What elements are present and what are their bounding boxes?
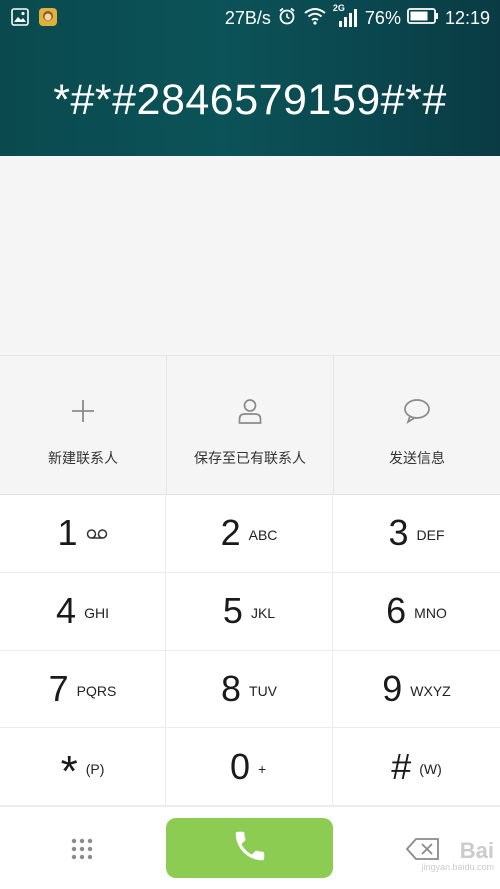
key-digit: 4 xyxy=(56,590,77,632)
key-digit: 7 xyxy=(48,667,69,709)
key-8[interactable]: 8 TUV xyxy=(166,650,333,729)
send-message-button[interactable]: 发送信息 xyxy=(334,356,500,494)
key-letters: (P) xyxy=(85,760,105,777)
quick-actions: 新建联系人 保存至已有联系人 发送信息 xyxy=(0,355,500,495)
key-digit: * xyxy=(60,746,78,796)
key-letters: GHI xyxy=(84,605,109,622)
key-digit: 8 xyxy=(220,667,242,709)
search-results-area xyxy=(0,156,500,355)
voicemail-icon xyxy=(86,527,108,543)
call-button[interactable] xyxy=(166,818,333,878)
battery-level: 76% xyxy=(364,8,401,28)
key-3[interactable]: 3 DEF xyxy=(333,495,500,573)
dialpad-menu-icon xyxy=(70,837,94,865)
clock: 12:19 xyxy=(444,8,490,28)
key-digit: 5 xyxy=(222,590,243,632)
gallery-icon xyxy=(10,7,30,32)
key-0[interactable]: 0 + xyxy=(166,728,333,806)
save-to-existing-contact-button[interactable]: 保存至已有联系人 xyxy=(167,356,334,494)
key-letters: PQRS xyxy=(76,682,117,699)
key-digit: 1 xyxy=(57,512,78,554)
key-digit: 6 xyxy=(386,590,407,632)
watermark: Bai jingyan.baidu.com xyxy=(421,838,494,872)
signal-icon: 2G xyxy=(333,3,359,29)
key-1[interactable]: 1 xyxy=(0,495,166,573)
key-letters: JKL xyxy=(250,605,276,622)
key-letters: MNO xyxy=(414,605,447,622)
key-letters: ABC xyxy=(248,527,278,544)
watermark-sub: jingyan.baidu.com xyxy=(421,862,494,872)
person-icon xyxy=(237,396,263,426)
key-letters: (W) xyxy=(419,760,442,777)
key-star[interactable]: * (P) xyxy=(0,728,166,806)
key-letters: DEF xyxy=(416,527,445,544)
key-letters: WXYZ xyxy=(410,682,451,699)
key-digit: 9 xyxy=(382,667,403,709)
key-letters: + xyxy=(258,760,267,777)
plus-icon xyxy=(69,396,97,426)
keypad: 1 2 ABC 3 DEF 4 GHI 5 JKL 6 MNO 7 PQRS 8… xyxy=(0,495,500,806)
battery-icon xyxy=(407,7,439,30)
dialpad-menu-button[interactable] xyxy=(62,831,102,871)
key-2[interactable]: 2 ABC xyxy=(166,495,333,573)
dialed-number: *#*#2846579159#*# xyxy=(53,76,447,124)
app-avatar-icon xyxy=(38,7,58,32)
key-letters: TUV xyxy=(249,682,278,699)
message-icon xyxy=(402,396,432,426)
key-digit: 0 xyxy=(229,745,251,787)
alarm-icon xyxy=(277,6,297,31)
send-message-label: 发送信息 xyxy=(389,451,445,467)
new-contact-label: 新建联系人 xyxy=(48,451,118,467)
key-4[interactable]: 4 GHI xyxy=(0,572,166,651)
new-contact-button[interactable]: 新建联系人 xyxy=(0,356,167,494)
key-6[interactable]: 6 MNO xyxy=(333,573,500,651)
network-speed: 27B/s xyxy=(224,8,271,28)
key-9[interactable]: 9 WXYZ xyxy=(333,651,500,729)
key-digit: # xyxy=(391,745,412,787)
save-to-existing-label: 保存至已有联系人 xyxy=(194,451,306,467)
key-7[interactable]: 7 PQRS xyxy=(0,650,166,729)
key-digit: 3 xyxy=(388,512,409,554)
watermark-brand: Bai xyxy=(459,838,494,863)
dialer-header: 27B/s 2G 76% 12:19 *#*#2846579159#*# xyxy=(0,0,500,156)
key-5[interactable]: 5 JKL xyxy=(166,572,333,651)
key-hash[interactable]: # (W) xyxy=(333,728,500,806)
status-bar: 27B/s 2G 76% 12:19 xyxy=(0,0,500,36)
key-digit: 2 xyxy=(220,512,241,554)
phone-icon xyxy=(231,827,269,869)
wifi-icon xyxy=(303,6,327,31)
